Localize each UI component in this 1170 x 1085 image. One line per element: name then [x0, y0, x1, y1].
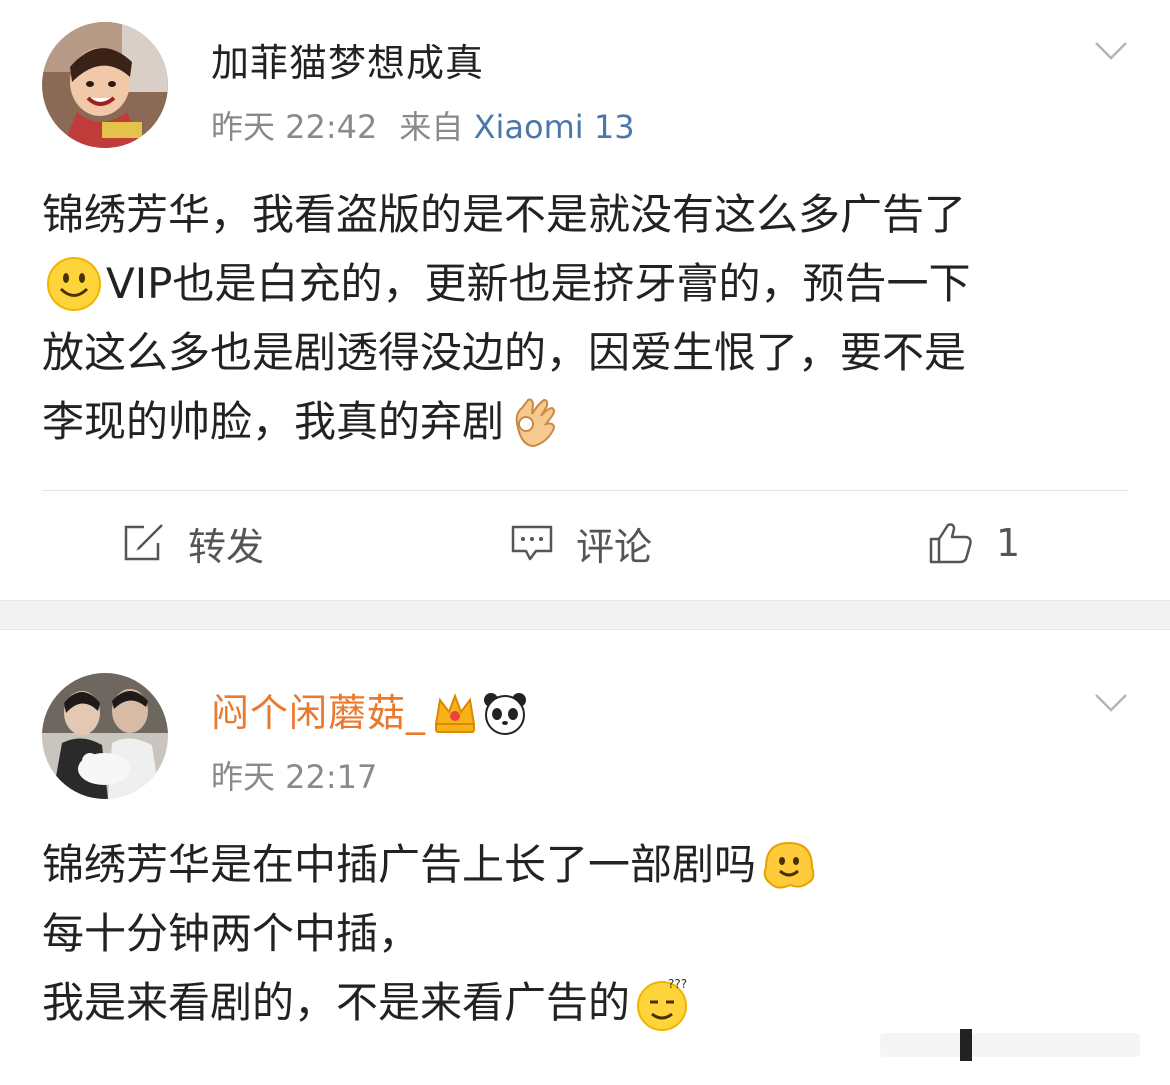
repost-label: 转发: [188, 524, 265, 569]
chevron-down-icon[interactable]: [1094, 40, 1128, 62]
username[interactable]: 闷个闲蘑菇_: [211, 690, 528, 736]
repost-icon: [124, 524, 163, 561]
thumbs-up-icon: [929, 523, 972, 564]
user-avatar[interactable]: [42, 22, 168, 148]
comment-label: 评论: [576, 524, 653, 569]
crown-badge-icon[interactable]: [432, 690, 478, 736]
action-bar: 转发 评论 1: [0, 500, 1170, 590]
divider: [42, 490, 1128, 491]
source-prefix: 来自: [399, 108, 464, 146]
post-separator: [0, 600, 1170, 630]
like-count: 1: [996, 521, 1021, 565]
post-meta: 昨天 22:42 来自 Xiaomi 13: [211, 107, 635, 147]
svg-text:???: ???: [668, 977, 687, 991]
watermark: [880, 1029, 1140, 1061]
post-content: 锦绣芳华，我看盗版的是不是就没有这么多广告了 VIP也是白充的，更新也是挤牙膏的…: [42, 180, 1128, 456]
melting-face-emoji-icon: [763, 841, 815, 889]
content-line: 放这么多也是剧透得没边的，因爱生恨了，要不是: [42, 328, 967, 377]
like-button[interactable]: 1: [928, 518, 1020, 568]
post-card-2: 闷个闲蘑菇_ 昨天 22:17 锦绣芳华是在中插广告上长了一部剧吗 每十分钟两个…: [0, 630, 1170, 1085]
source-link[interactable]: Xiaomi 13: [474, 108, 635, 146]
content-line: 锦绣芳华，我看盗版的是不是就没有这么多广告了: [42, 190, 967, 239]
content-line: VIP也是白充的，更新也是挤牙膏的，预告一下: [106, 259, 971, 308]
username[interactable]: 加菲猫梦想成真: [211, 40, 484, 86]
content-line: 我是来看剧的，不是来看广告的: [42, 978, 631, 1027]
chevron-down-icon[interactable]: [1094, 692, 1128, 714]
content-line: 李现的帅脸，我真的弃剧: [42, 397, 505, 446]
post-time: 昨天 22:17: [211, 758, 378, 796]
content-line: 锦绣芳华是在中插广告上长了一部剧吗: [42, 840, 757, 889]
smile-emoji-icon: [47, 256, 101, 311]
panda-badge-icon[interactable]: [482, 690, 528, 736]
post-card-1: 加菲猫梦想成真 昨天 22:42 来自 Xiaomi 13 锦绣芳华，我看盗版的是…: [0, 0, 1170, 600]
username-text: 闷个闲蘑菇_: [211, 691, 427, 735]
post-content: 锦绣芳华是在中插广告上长了一部剧吗 每十分钟两个中插， 我是来看剧的，不是来看广…: [42, 830, 1128, 1037]
post-time: 昨天 22:42: [211, 108, 378, 146]
comment-button[interactable]: 评论: [510, 518, 653, 569]
comment-icon: [511, 525, 553, 561]
repost-button[interactable]: 转发: [122, 518, 265, 569]
user-avatar[interactable]: [42, 673, 168, 799]
ok-hand-emoji-icon: [515, 398, 556, 447]
post-meta: 昨天 22:17: [211, 757, 377, 797]
confused-sweat-emoji-icon: ???: [637, 977, 687, 1031]
content-line: 每十分钟两个中插，: [42, 909, 421, 958]
